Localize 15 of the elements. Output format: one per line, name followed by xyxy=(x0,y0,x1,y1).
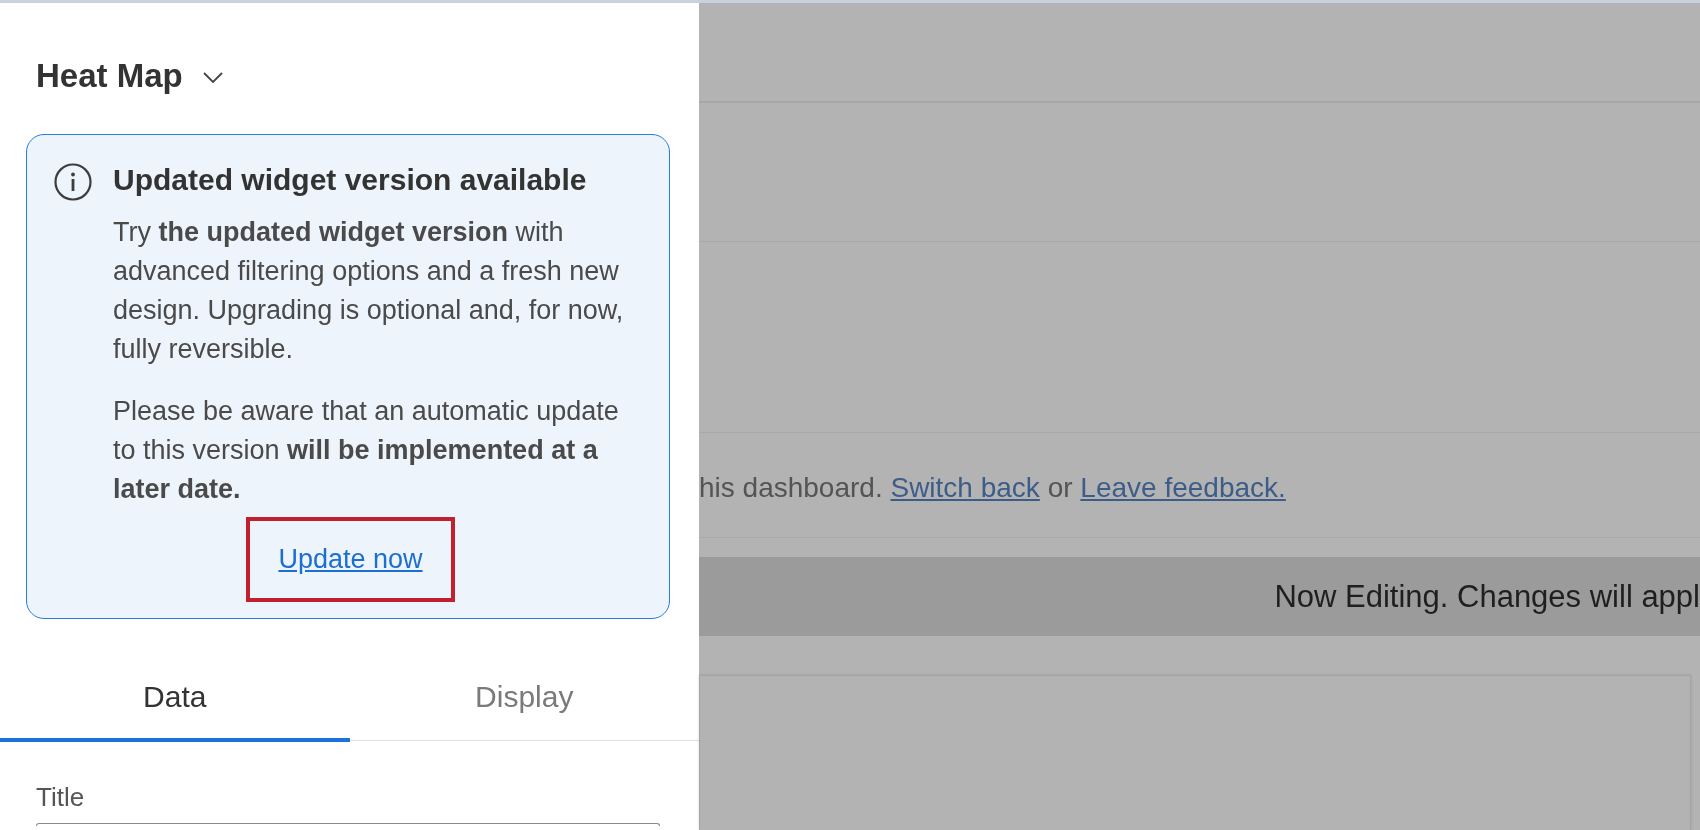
widget-type-dropdown[interactable]: Heat Map xyxy=(36,54,223,98)
info-icon xyxy=(54,163,92,201)
update-now-link[interactable]: Update now xyxy=(278,541,423,578)
feedback-link[interactable]: Switch back xyxy=(890,472,1040,503)
tab[interactable]: Data xyxy=(0,649,350,742)
feedback-link[interactable]: Leave feedback. xyxy=(1080,472,1286,503)
chevron-down-icon xyxy=(202,71,223,83)
field-label: Title xyxy=(36,781,86,813)
notice-paragraph: Please be aware that an automatic update to this version will be implemented at a later date. xyxy=(113,395,620,506)
editing-message: Now Editing. Changes will appl xyxy=(1274,577,1700,616)
feedback-notice: his dashboard. Switch back or Leave feedback. xyxy=(699,471,1287,505)
notice-title: Updated widget version available xyxy=(113,162,588,198)
notice-paragraph: Try the updated widget version with advanced filtering options and a fresh new design. Upgrading is optional and, for now, fully reversible. xyxy=(113,216,625,366)
tab[interactable]: Display xyxy=(349,649,699,742)
input-field[interactable] xyxy=(36,823,660,826)
